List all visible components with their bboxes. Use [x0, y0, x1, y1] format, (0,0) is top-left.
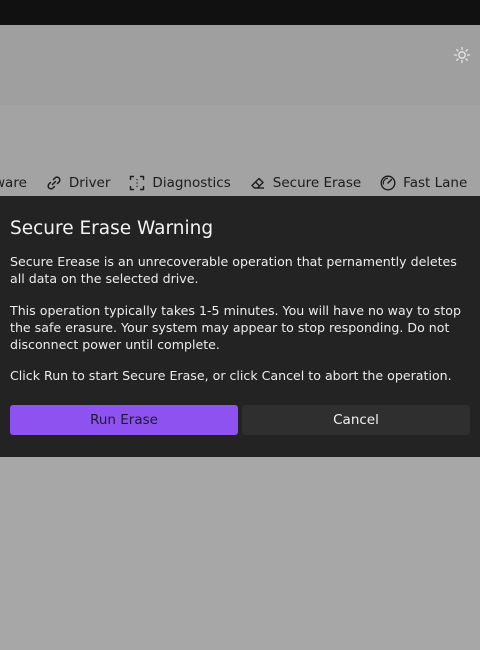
nav-item-label: Diagnostics: [152, 175, 231, 191]
nav-bar: ware Driver: [0, 170, 480, 196]
cancel-button[interactable]: Cancel: [242, 405, 470, 435]
nav-item-label: ware: [0, 175, 27, 191]
eraser-icon: [249, 174, 267, 192]
gauge-icon: [379, 174, 397, 192]
dialog-paragraph-1: Secure Erease is an unrecoverable operat…: [10, 254, 457, 286]
app-header: [0, 25, 480, 105]
run-erase-button[interactable]: Run Erase: [10, 405, 238, 435]
nav-item-driver[interactable]: Driver: [45, 174, 111, 192]
dialog-paragraph-2: This operation typically takes 1-5 minut…: [10, 303, 461, 352]
secure-erase-warning-dialog: Secure Erase Warning Secure Erease is an…: [0, 196, 480, 457]
top-bar: [0, 0, 480, 25]
nav-item-firmware[interactable]: ware: [0, 175, 27, 191]
content-backdrop: [0, 105, 480, 170]
nav-item-label: Driver: [68, 175, 111, 191]
dialog-paragraph-3: Click Run to start Secure Erase, or clic…: [10, 368, 452, 383]
nav-item-secure-erase[interactable]: Secure Erase: [249, 174, 361, 192]
sun-icon: [453, 46, 471, 68]
content-backdrop-lower: [0, 457, 480, 650]
dialog-title: Secure Erase Warning: [10, 218, 214, 239]
nav-item-label: Fast Lane: [403, 175, 468, 191]
nav-item-diagnostics[interactable]: Diagnostics: [128, 174, 231, 192]
scan-icon: [128, 174, 146, 192]
theme-toggle-button[interactable]: [450, 45, 474, 69]
link-icon: [45, 174, 63, 192]
nav-item-label: Secure Erase: [272, 175, 362, 191]
nav-item-fast-lane[interactable]: Fast Lane: [379, 174, 467, 192]
